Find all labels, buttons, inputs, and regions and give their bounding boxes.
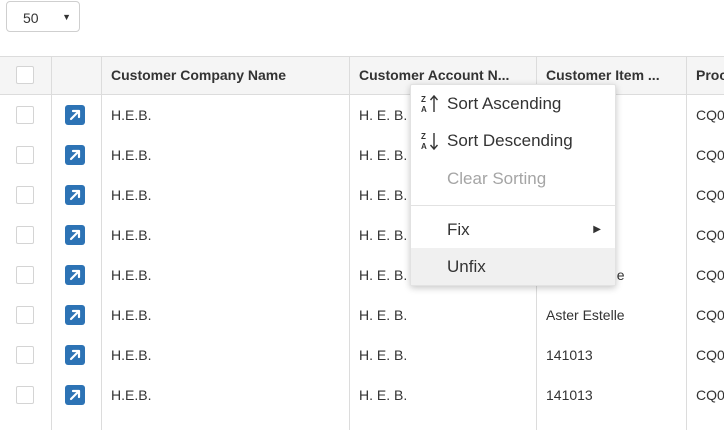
row-checkbox[interactable]: [16, 346, 34, 364]
cell-proc: CQ0: [696, 267, 724, 283]
cell-proc: CQ0: [696, 227, 724, 243]
column-context-menu: Z A Sort Ascending Z A Sort Descending C…: [410, 84, 616, 286]
cell-proc: CQ0: [696, 187, 724, 203]
table-row[interactable]: H.E.B. H. E. B. 141013 CQ0: [0, 375, 724, 415]
cell-proc: CQ0: [696, 107, 724, 123]
chevron-down-icon: ▼: [62, 12, 71, 22]
cell-company: H.E.B.: [111, 147, 152, 163]
row-checkbox[interactable]: [16, 306, 34, 324]
open-record-icon[interactable]: [65, 105, 85, 125]
menu-item-fix[interactable]: Fix ▶: [411, 211, 615, 248]
row-checkbox[interactable]: [16, 386, 34, 404]
page-size-value: 50: [23, 10, 39, 26]
open-record-icon[interactable]: [65, 305, 85, 325]
cell-account: H. E. B.: [359, 307, 408, 323]
row-checkbox[interactable]: [16, 266, 34, 284]
svg-text:Z: Z: [421, 95, 426, 104]
column-divider: [101, 57, 102, 430]
svg-text:Z: Z: [421, 132, 426, 141]
column-divider: [349, 57, 350, 430]
cell-item: 141013: [546, 347, 593, 363]
menu-separator: [411, 205, 615, 206]
column-divider: [51, 57, 52, 430]
svg-text:A: A: [421, 105, 427, 114]
cell-proc: CQ0: [696, 347, 724, 363]
select-all-checkbox[interactable]: [16, 66, 34, 84]
column-header-proc[interactable]: Proc: [696, 57, 724, 94]
cell-company: H.E.B.: [111, 187, 152, 203]
cell-item: 141013: [546, 387, 593, 403]
cell-item: Aster Estelle: [546, 307, 625, 323]
row-checkbox[interactable]: [16, 186, 34, 204]
cell-company: H.E.B.: [111, 107, 152, 123]
open-record-icon[interactable]: [65, 185, 85, 205]
cell-company: H.E.B.: [111, 387, 152, 403]
open-record-icon[interactable]: [65, 225, 85, 245]
row-checkbox[interactable]: [16, 226, 34, 244]
menu-item-sort-descending[interactable]: Z A Sort Descending: [411, 122, 615, 159]
table-row[interactable]: H.E.B. H. E. B. Aster Estelle CQ0: [0, 295, 724, 335]
row-checkbox[interactable]: [16, 146, 34, 164]
column-header-company[interactable]: Customer Company Name: [111, 57, 343, 94]
open-record-icon[interactable]: [65, 345, 85, 365]
cell-company: H.E.B.: [111, 227, 152, 243]
menu-item-sort-ascending[interactable]: Z A Sort Ascending: [411, 85, 615, 122]
submenu-arrow-icon: ▶: [593, 224, 601, 235]
page-size-select[interactable]: 50 ▼: [6, 1, 80, 32]
menu-item-clear-sorting[interactable]: Clear Sorting: [411, 160, 615, 197]
row-checkbox[interactable]: [16, 106, 34, 124]
menu-item-unfix[interactable]: Unfix: [411, 248, 615, 285]
column-divider: [686, 57, 687, 430]
cell-company: H.E.B.: [111, 347, 152, 363]
cell-proc: CQ0: [696, 307, 724, 323]
cell-account: H. E. B.: [359, 347, 408, 363]
sort-descending-icon: Z A: [421, 132, 439, 151]
cell-company: H.E.B.: [111, 267, 152, 283]
open-record-icon[interactable]: [65, 265, 85, 285]
cell-proc: CQ0: [696, 387, 724, 403]
open-record-icon[interactable]: [65, 385, 85, 405]
open-record-icon[interactable]: [65, 145, 85, 165]
cell-proc: CQ0: [696, 147, 724, 163]
cell-account: H. E. B.: [359, 387, 408, 403]
table-row[interactable]: H.E.B. H. E. B. 141013 CQ0: [0, 335, 724, 375]
sort-ascending-icon: Z A: [421, 94, 439, 114]
svg-text:A: A: [421, 142, 427, 151]
cell-company: H.E.B.: [111, 307, 152, 323]
